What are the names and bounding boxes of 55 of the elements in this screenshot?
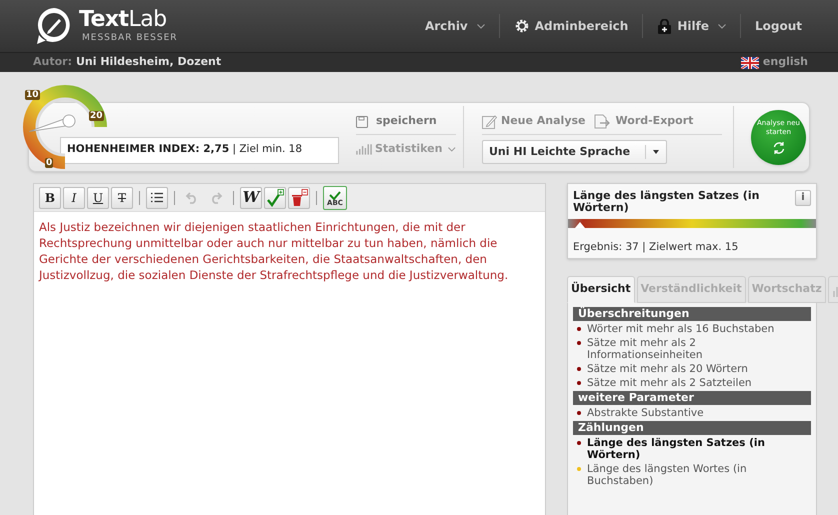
parameter-link[interactable]: Sätze mit mehr als 20 Wörtern bbox=[573, 363, 811, 375]
parameter-link[interactable]: Länge des längsten Wortes (in Buchstaben) bbox=[573, 463, 811, 487]
metric-result: Ergebnis: 37 | Zielwert max. 15 bbox=[572, 240, 740, 255]
undo-icon bbox=[185, 192, 199, 204]
gauge-tick-label: 0 bbox=[45, 158, 54, 168]
section-header: Überschreitungen bbox=[573, 307, 811, 321]
format-button[interactable]: W bbox=[240, 186, 262, 208]
nav-link[interactable]: Hilfe bbox=[643, 17, 740, 35]
check-icon bbox=[329, 190, 341, 200]
save-icon bbox=[356, 116, 368, 128]
bar-chart-icon bbox=[356, 142, 373, 156]
format-button[interactable]: B bbox=[39, 186, 61, 208]
redo-icon bbox=[209, 192, 223, 204]
chevron-down-icon bbox=[448, 146, 456, 152]
check-plus-icon bbox=[266, 188, 284, 206]
section-header: Zählungen bbox=[573, 421, 811, 435]
list-button[interactable] bbox=[146, 186, 168, 208]
delete-button[interactable] bbox=[288, 186, 310, 208]
nav-link[interactable]: Archiv bbox=[410, 17, 499, 35]
add-check-button[interactable] bbox=[264, 186, 286, 208]
gear-icon bbox=[514, 18, 530, 34]
refresh-icon bbox=[772, 141, 786, 155]
logo-tagline: MESSBAR BESSER bbox=[82, 34, 178, 43]
section-header: weitere Parameter bbox=[573, 391, 811, 405]
trash-minus-icon bbox=[290, 188, 308, 206]
lock-icon bbox=[657, 18, 672, 34]
chevron-down-icon bbox=[476, 24, 485, 28]
save-link[interactable]: speichern bbox=[356, 109, 456, 135]
gauge-tick-label: 10 bbox=[25, 90, 40, 100]
gauge-tick-label: 20 bbox=[89, 111, 104, 121]
format-button[interactable]: I bbox=[63, 186, 85, 208]
author-label: Autor: bbox=[33, 54, 72, 70]
index-readout: HOHENHEIMER INDEX: 2,75 | Ziel min. 18 bbox=[67, 142, 302, 158]
language-link[interactable]: english bbox=[740, 54, 808, 71]
parameter-link[interactable]: Wörter mit mehr als 16 Buchstaben bbox=[573, 323, 811, 335]
export-icon bbox=[594, 114, 612, 129]
parameter-link[interactable]: Sätze mit mehr als 2 Satzteilen bbox=[573, 377, 811, 389]
nav-link[interactable]: Logout bbox=[740, 17, 816, 35]
author-name: Uni Hildesheim, Dozent bbox=[76, 54, 222, 70]
tab[interactable]: Übersicht bbox=[567, 276, 635, 303]
parameter-link[interactable]: Sätze mit mehr als 2 Informationseinheiten bbox=[573, 337, 811, 361]
parameter-link[interactable]: Länge des längsten Satzes (in Wörtern) bbox=[573, 437, 811, 461]
parameter-link[interactable]: Abstrakte Substantive bbox=[573, 407, 811, 419]
logo-title: TextLab bbox=[79, 9, 168, 31]
info-button[interactable]: i bbox=[795, 190, 811, 206]
metric-title: Länge des längsten Satzes (in Wörtern) bbox=[573, 190, 760, 214]
format-button[interactable]: T bbox=[111, 186, 133, 208]
editor-text[interactable]: Als Justiz bezeichnen wir diejenigen staatlichen Einrichtungen, die mit der Rechtsprechung unmittelbar oder auch nur mittelbar zu tun haben, nämlich die Gerichte der verschiedenen Gerichtsbarkeiten, die Staatsanwaltschaften, den Justizvollzug, die sozialen Dienste der Strafrechtspflege und die Justizverwaltung. bbox=[34, 212, 545, 515]
chevron-down-icon bbox=[718, 24, 726, 28]
profile-select[interactable]: Uni HI Leichte Sprache bbox=[482, 140, 667, 164]
format-button[interactable]: U bbox=[87, 186, 109, 208]
pencil-icon bbox=[482, 114, 497, 129]
nav-link[interactable]: Adminbereich bbox=[500, 17, 642, 35]
flag-icon bbox=[740, 56, 759, 68]
bullet-list-icon bbox=[150, 192, 164, 203]
